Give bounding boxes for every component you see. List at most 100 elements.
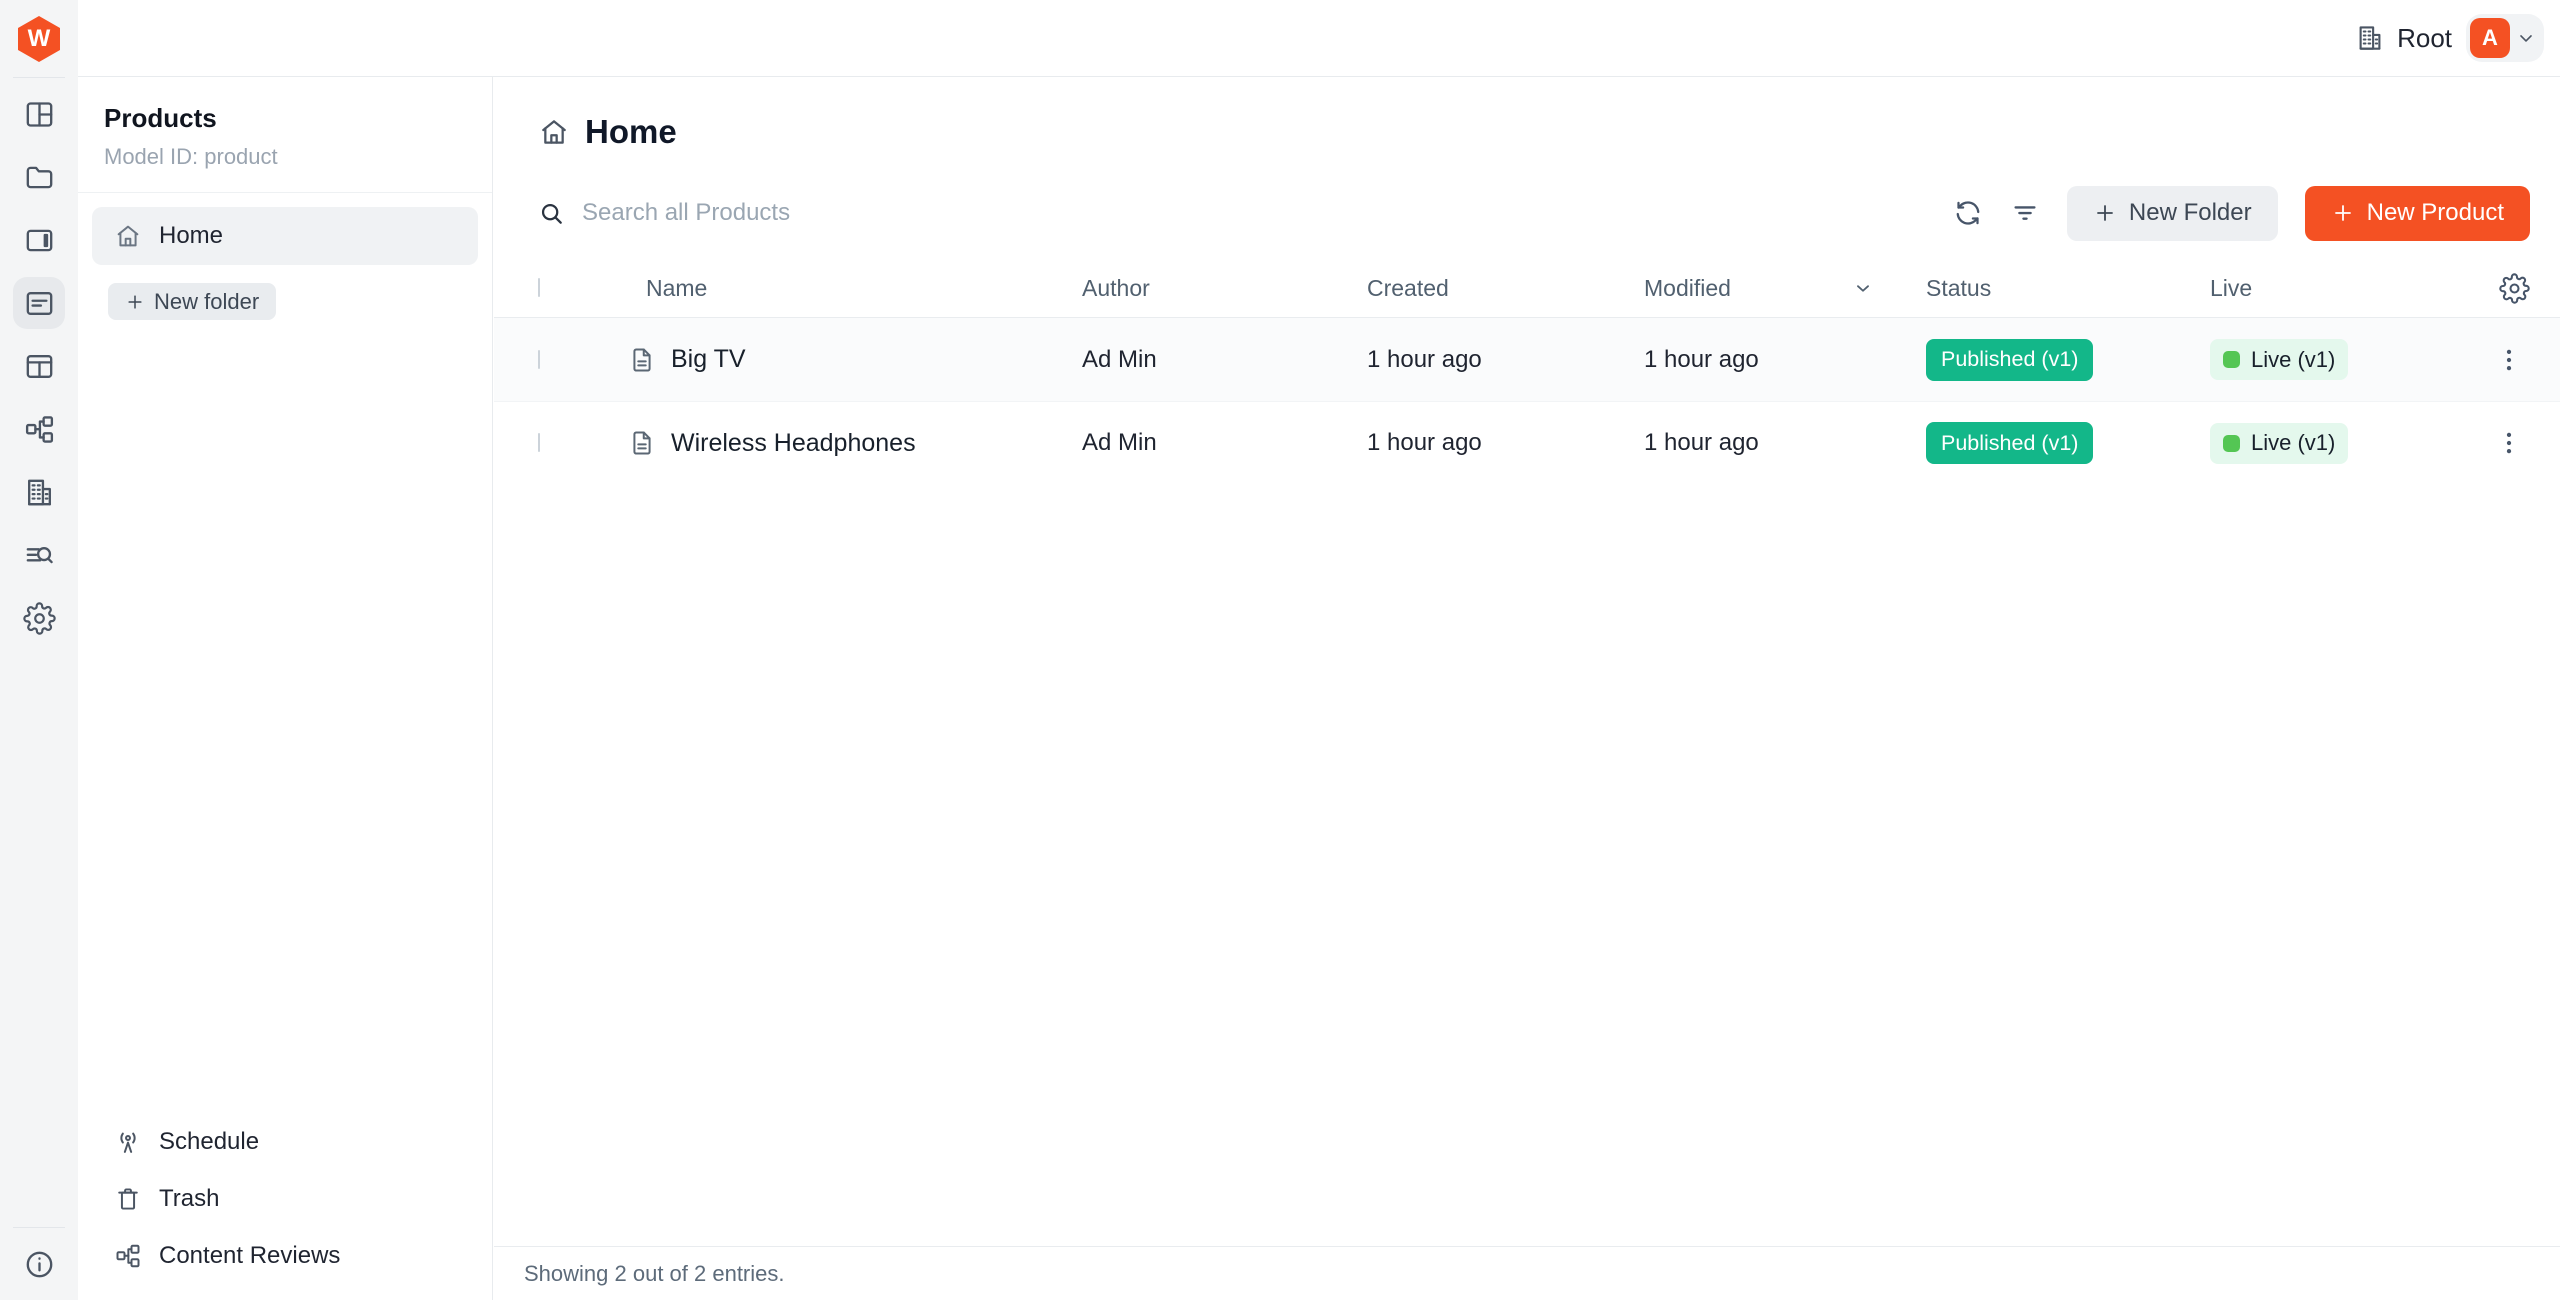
filter-icon xyxy=(2010,198,2040,228)
home-icon xyxy=(114,222,142,250)
rail-item-info[interactable] xyxy=(13,1238,65,1290)
tenant-label: Root xyxy=(2397,23,2452,54)
page-card-icon xyxy=(23,224,56,257)
logo-letter: W xyxy=(28,25,51,53)
live-badge-label: Live (v1) xyxy=(2251,430,2335,456)
rail-item-tenants[interactable] xyxy=(13,466,65,518)
row-checkbox[interactable] xyxy=(538,433,540,452)
layout-icon xyxy=(23,98,56,131)
status-badge: Published (v1) xyxy=(1926,339,2093,381)
user-menu[interactable]: A xyxy=(2466,14,2544,62)
plus-icon xyxy=(2093,201,2117,225)
page-title-row: Home xyxy=(494,77,2560,151)
live-dot xyxy=(2223,351,2240,368)
rail-item-workflows[interactable] xyxy=(13,403,65,455)
trash-icon xyxy=(114,1185,142,1213)
sidebar-item-trash[interactable]: Trash xyxy=(114,1170,492,1227)
sidebar-bottom-nav: Schedule Trash Content Reviews xyxy=(78,1113,492,1300)
column-header-modified[interactable]: Modified xyxy=(1644,275,1926,302)
gear-icon xyxy=(2499,273,2530,304)
entry-author: Ad Min xyxy=(1082,346,1367,374)
avatar: A xyxy=(2470,18,2510,58)
new-folder-chip[interactable]: New folder xyxy=(108,283,276,320)
row-actions-menu[interactable] xyxy=(2494,345,2524,375)
column-header-author[interactable]: Author xyxy=(1082,275,1367,302)
table-empty-space xyxy=(494,484,2560,1246)
content-entries-icon xyxy=(23,287,56,320)
row-actions-menu[interactable] xyxy=(2494,428,2524,458)
search-list-icon xyxy=(23,539,56,572)
row-checkbox[interactable] xyxy=(538,350,540,369)
kebab-icon xyxy=(2494,345,2524,375)
icon-rail: W xyxy=(0,0,78,1300)
select-all-checkbox[interactable] xyxy=(538,278,540,297)
live-dot xyxy=(2223,435,2240,452)
document-icon xyxy=(628,346,656,374)
filter-button[interactable] xyxy=(2010,198,2040,228)
plus-icon xyxy=(2331,201,2355,225)
rail-divider xyxy=(13,77,65,78)
avatar-initial: A xyxy=(2482,25,2498,51)
chevron-down-icon xyxy=(2516,28,2536,48)
entry-created: 1 hour ago xyxy=(1367,429,1644,457)
entry-name[interactable]: Wireless Headphones xyxy=(671,429,916,458)
sidebar-header: Products Model ID: product xyxy=(78,77,492,193)
flow-icon xyxy=(23,413,56,446)
table-settings-button[interactable] xyxy=(2499,273,2530,304)
live-badge: Live (v1) xyxy=(2210,339,2348,380)
sort-chevron-icon[interactable] xyxy=(1852,277,1874,299)
home-icon xyxy=(538,116,570,148)
table-row[interactable]: Big TV Ad Min 1 hour ago 1 hour ago Publ… xyxy=(494,318,2560,401)
plus-icon xyxy=(125,292,145,312)
entry-name[interactable]: Big TV xyxy=(671,345,746,374)
rail-item-settings[interactable] xyxy=(13,592,65,644)
new-folder-chip-label: New folder xyxy=(154,289,259,315)
entry-modified: 1 hour ago xyxy=(1644,429,1926,457)
sidebar-item-content-reviews[interactable]: Content Reviews xyxy=(114,1227,492,1284)
sidebar-item-label: Trash xyxy=(159,1185,219,1213)
column-header-name[interactable]: Name xyxy=(628,275,1082,302)
new-folder-button[interactable]: New Folder xyxy=(2067,186,2278,241)
refresh-button[interactable] xyxy=(1953,198,1983,228)
column-header-modified-label: Modified xyxy=(1644,275,1731,302)
top-bar: Root A xyxy=(78,0,2560,77)
entry-created: 1 hour ago xyxy=(1367,346,1644,374)
rail-item-tables[interactable] xyxy=(13,340,65,392)
new-folder-button-label: New Folder xyxy=(2129,199,2252,227)
new-product-button-label: New Product xyxy=(2367,199,2504,227)
toolbar: New Folder New Product xyxy=(494,185,2560,241)
building-icon xyxy=(2355,23,2385,53)
column-header-live[interactable]: Live xyxy=(2210,275,2442,302)
live-badge-label: Live (v1) xyxy=(2251,347,2335,373)
page-title: Home xyxy=(585,113,677,151)
tenant-selector[interactable]: Root xyxy=(2355,23,2452,54)
entry-author: Ad Min xyxy=(1082,429,1367,457)
column-header-status[interactable]: Status xyxy=(1926,275,2210,302)
rail-item-layout[interactable] xyxy=(13,88,65,140)
refresh-icon xyxy=(1953,198,1983,228)
rail-item-audit-logs[interactable] xyxy=(13,529,65,581)
sidebar-item-label: Content Reviews xyxy=(159,1242,340,1270)
column-header-created[interactable]: Created xyxy=(1367,275,1644,302)
status-badge: Published (v1) xyxy=(1926,422,2093,464)
webiny-logo[interactable]: W xyxy=(18,16,60,62)
live-badge: Live (v1) xyxy=(2210,423,2348,464)
table-icon xyxy=(23,350,56,383)
model-id-subtitle: Model ID: product xyxy=(104,144,466,170)
new-product-button[interactable]: New Product xyxy=(2305,186,2530,241)
rail-item-headless-cms[interactable] xyxy=(13,277,65,329)
rail-item-folders[interactable] xyxy=(13,151,65,203)
entries-count-footer: Showing 2 out of 2 entries. xyxy=(494,1246,2560,1300)
info-icon xyxy=(23,1248,56,1281)
broadcast-icon xyxy=(114,1128,142,1156)
sidebar-item-schedule[interactable]: Schedule xyxy=(114,1113,492,1170)
sidebar-item-label: Home xyxy=(159,222,223,250)
sidebar-item-label: Schedule xyxy=(159,1128,259,1156)
building-icon xyxy=(23,476,56,509)
search-input[interactable] xyxy=(582,199,1282,227)
folder-icon xyxy=(23,161,56,194)
search-bar xyxy=(538,199,1953,227)
rail-item-page-builder[interactable] xyxy=(13,214,65,266)
table-row[interactable]: Wireless Headphones Ad Min 1 hour ago 1 … xyxy=(494,401,2560,484)
sidebar-item-home[interactable]: Home xyxy=(92,207,478,265)
